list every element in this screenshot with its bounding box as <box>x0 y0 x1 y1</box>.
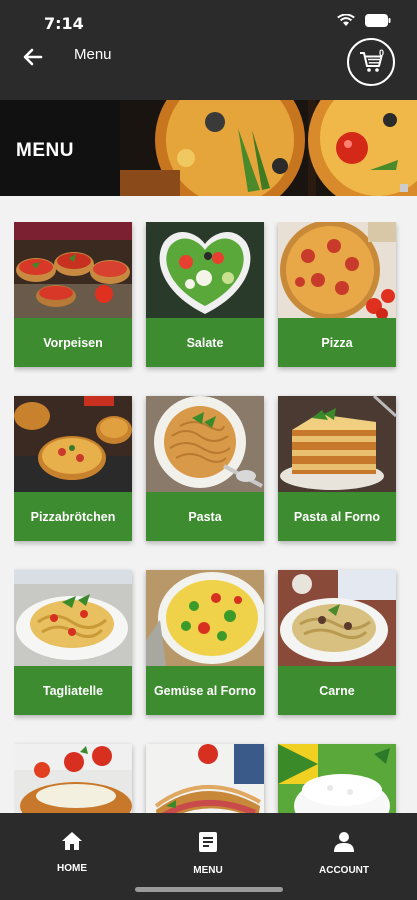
banner-title: MENU <box>16 140 74 161</box>
cart-count-badge: 0 <box>378 48 384 58</box>
menu-banner: MENU <box>0 100 417 196</box>
category-label: Salate <box>146 318 264 367</box>
vorpeisen-image <box>14 222 132 318</box>
category-card-salate[interactable]: Salate <box>146 222 264 367</box>
category-card-pasta-al-forno[interactable]: Pasta al Forno <box>278 396 396 541</box>
salate-image <box>146 222 264 318</box>
category-11-image <box>146 744 264 814</box>
nav-home-label: HOME <box>57 863 87 874</box>
app-header: Menu 0 <box>0 36 417 100</box>
gemuese-al-forno-image <box>146 570 264 666</box>
category-card-pasta[interactable]: Pasta <box>146 396 264 541</box>
category-label: Vorpeisen <box>14 318 132 367</box>
battery-icon <box>365 14 391 27</box>
wifi-icon <box>337 14 355 26</box>
category-label: Tagliatelle <box>14 666 132 715</box>
home-indicator <box>135 887 283 892</box>
category-card-12[interactable] <box>278 744 396 814</box>
category-card-pizzabroetchen[interactable]: Pizzabrötchen <box>14 396 132 541</box>
category-card-gemuese-al-forno[interactable]: Gemüse al Forno <box>146 570 264 715</box>
home-icon <box>62 832 82 850</box>
pizzabroetchen-image <box>14 396 132 492</box>
category-grid: Vorpeisen Salate Pizza Pizzabrötchen Pas… <box>14 222 404 814</box>
page-title: Menu <box>74 46 112 63</box>
category-label: Pizzabrötchen <box>14 492 132 541</box>
category-card-tagliatelle[interactable]: Tagliatelle <box>14 570 132 715</box>
category-card-11[interactable] <box>146 744 264 814</box>
nav-account-label: ACCOUNT <box>319 865 369 876</box>
category-label: Pasta al Forno <box>278 492 396 541</box>
category-card-carne[interactable]: Carne <box>278 570 396 715</box>
pizza-image <box>278 222 396 318</box>
status-icons <box>337 14 391 27</box>
pizza-banner-image <box>120 100 417 196</box>
category-12-image <box>278 744 396 814</box>
menu-document-icon <box>199 832 217 852</box>
nav-home[interactable]: HOME <box>27 831 117 881</box>
back-button[interactable] <box>20 44 46 70</box>
nav-menu-label: MENU <box>193 865 223 876</box>
pasta-image <box>146 396 264 492</box>
category-card-vorpeisen[interactable]: Vorpeisen <box>14 222 132 367</box>
category-10-image <box>14 744 132 814</box>
category-label: Pizza <box>278 318 396 367</box>
status-time: 7:14 <box>44 14 84 33</box>
tagliatelle-image <box>14 570 132 666</box>
user-icon <box>334 832 354 852</box>
pasta-al-forno-image <box>278 396 396 492</box>
status-bar: 7:14 <box>0 0 417 36</box>
category-label: Gemüse al Forno <box>146 666 264 715</box>
carne-image <box>278 570 396 666</box>
arrow-left-icon <box>23 48 43 66</box>
category-label: Pasta <box>146 492 264 541</box>
category-label: Carne <box>278 666 396 715</box>
category-card-pizza[interactable]: Pizza <box>278 222 396 367</box>
nav-account[interactable]: ACCOUNT <box>299 831 389 881</box>
nav-menu[interactable]: MENU <box>163 831 253 881</box>
category-card-10[interactable] <box>14 744 132 814</box>
cart-button[interactable]: 0 <box>347 38 395 86</box>
